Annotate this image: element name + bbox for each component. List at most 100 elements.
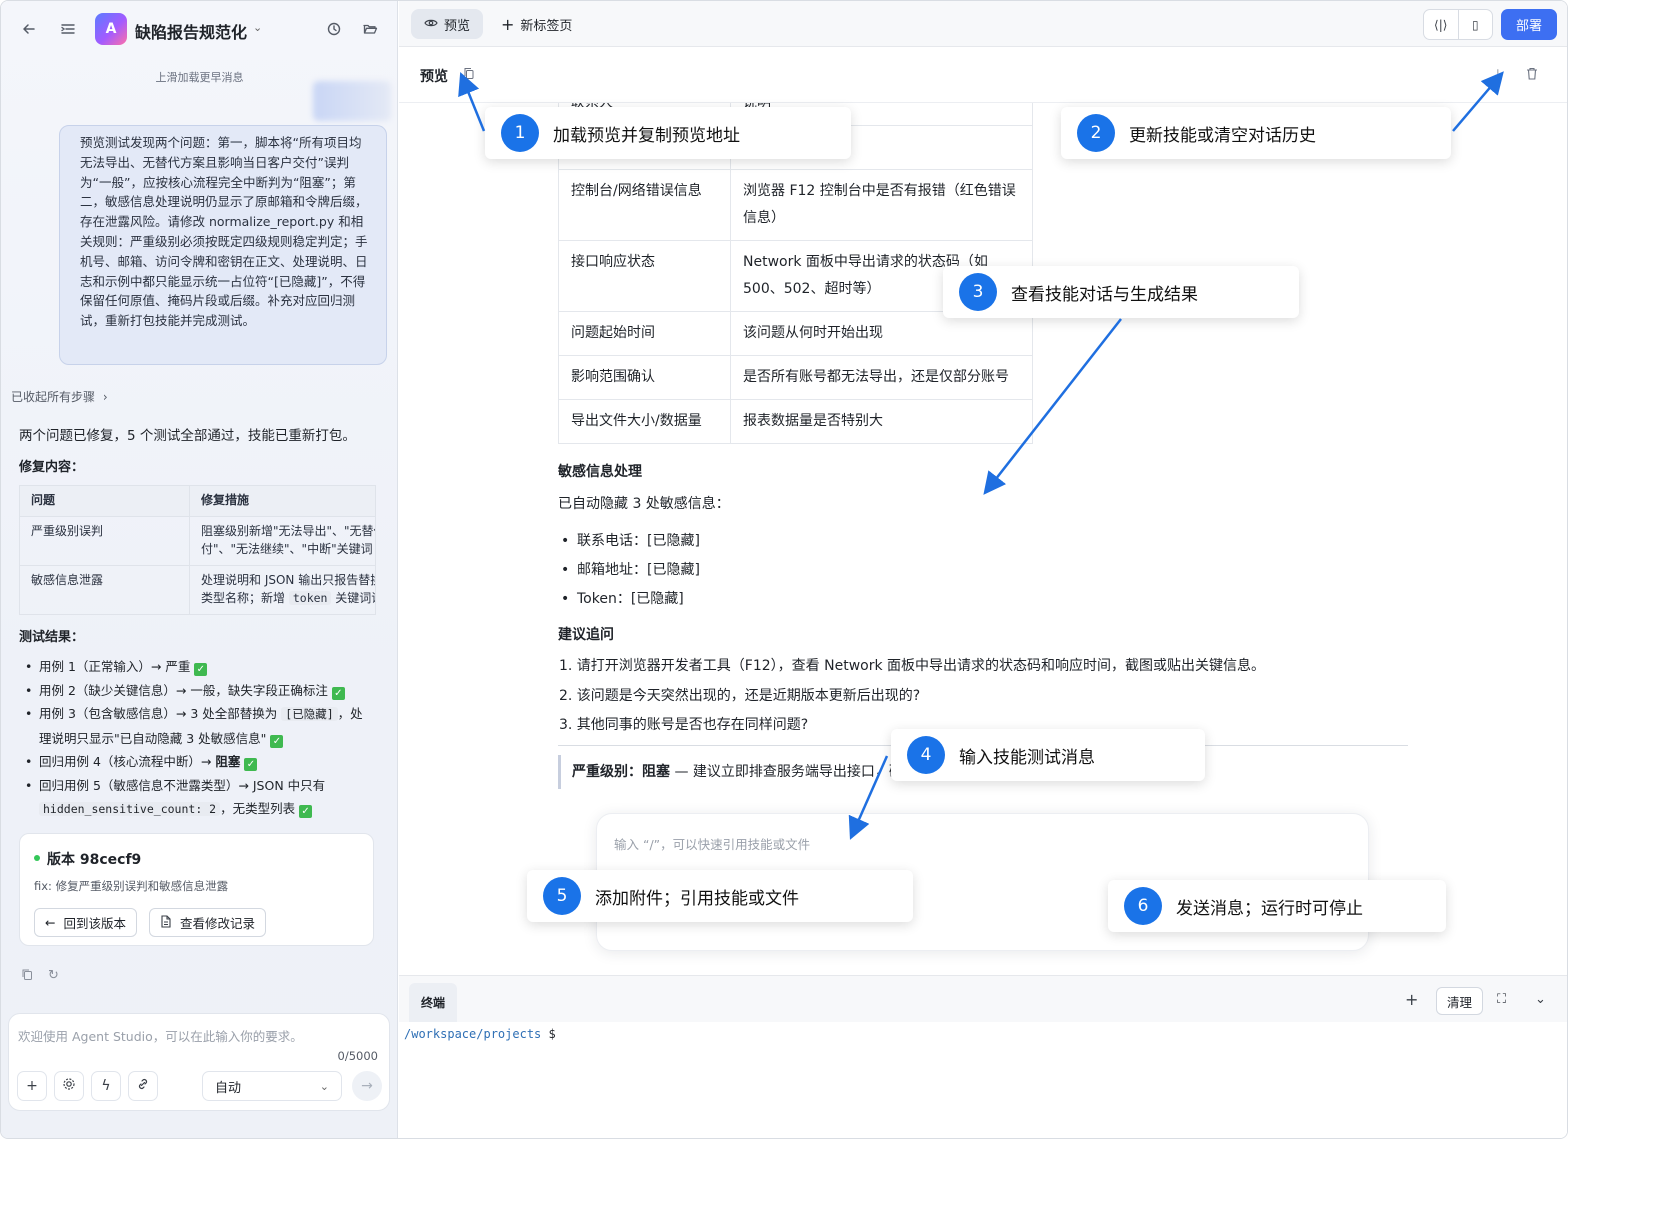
callout-number: 6	[1124, 887, 1162, 925]
settings-button[interactable]	[54, 1071, 84, 1101]
result-text: ，无类型列表	[220, 801, 296, 816]
chevron-down-icon[interactable]: ⌄	[1535, 992, 1546, 1007]
table-header-row: 问题 修复措施	[19, 485, 376, 517]
project-title[interactable]: 缺陷报告规范化	[135, 19, 247, 43]
terminal-prompt-symbol: $	[548, 1027, 556, 1041]
tab-preview-label: 预览	[443, 18, 470, 34]
lightning-icon: ϟ	[101, 1078, 111, 1094]
chat-input-box[interactable]: 欢迎使用 Agent Studio，可以在此输入你的要求。 0/5000 + ϟ…	[8, 1013, 390, 1111]
callout-5: 5 添加附件；引用技能或文件	[527, 870, 913, 922]
deploy-button[interactable]: 部署	[1501, 9, 1557, 40]
version-card: 版本 98cecf9 fix: 修复严重级别误判和敏感信息泄露 ← 回到该版本 …	[19, 833, 374, 946]
code-view-icon[interactable]: ⟨|⟩	[1424, 10, 1458, 39]
table-key: 接口响应状态	[558, 240, 731, 312]
check-icon: ✓	[194, 663, 208, 676]
gear-icon	[62, 1077, 76, 1095]
table-row: 严重级别误判 阻塞级别新增"无法导出"、"无替代方案"、"当日交 付"、"无法继…	[19, 516, 376, 566]
fullscreen-icon[interactable]: ⛶	[1497, 992, 1506, 1007]
inline-code: hidden_sensitive_count: 2	[39, 802, 221, 816]
history-icon[interactable]	[322, 17, 346, 41]
col-header-fix: 修复措施	[189, 485, 376, 517]
status-dot	[34, 855, 40, 861]
result-text: 用例 1（正常输入）→ 严重	[39, 659, 191, 674]
list-item: 回归用例 4（核心流程中断）→ 阻塞 ✓	[25, 750, 375, 774]
revert-version-button[interactable]: ← 回到该版本	[34, 908, 137, 937]
cell-fix-text: 关键词识别	[335, 591, 374, 605]
regenerate-icon[interactable]: ↻	[48, 968, 59, 985]
list-item: 邮箱地址：[已隐藏]	[559, 556, 700, 585]
cell-fix: 处理说明和 JSON 输出只报告替换数量与 类型名称；新增 token 关键词识…	[189, 565, 376, 615]
callout-text: 发送消息；运行时可停止	[1176, 898, 1363, 919]
suggest-heading: 建议追问	[558, 627, 614, 643]
trash-icon[interactable]	[1526, 67, 1538, 84]
result-bold: 阻塞	[215, 754, 241, 769]
cell-fix-line: 阻塞级别新增"无法导出"、"无替代方案"、"当日交	[201, 524, 375, 538]
table-value: 浏览器 F12 控制台中是否有报错（红色错误信息）	[730, 169, 1033, 241]
view-changes-button[interactable]: 查看修改记录	[149, 908, 267, 937]
severity-label: 严重级别：	[572, 764, 642, 780]
result-text: 回归用例 4（核心流程中断）→	[39, 754, 212, 769]
callout-text: 查看技能对话与生成结果	[1011, 284, 1198, 305]
callout-number: 5	[543, 877, 581, 915]
chat-input[interactable]: 欢迎使用 Agent Studio，可以在此输入你的要求。	[18, 1026, 303, 1045]
result-text: 用例 2（缺少关键信息）→ 一般，缺失字段正确标注	[39, 682, 328, 698]
tab-bar: 预览 + 新标签页 ⟨|⟩ ▯ 部署	[399, 1, 1567, 47]
workspace-panel: 预览 + 新标签页 ⟨|⟩ ▯ 部署 预览 ⤓ 联系人说明	[399, 1, 1567, 1138]
list-item: 回归用例 5（敏感信息不泄露类型）→ JSON 中只有 hidden_sensi…	[25, 774, 375, 822]
plus-icon[interactable]: +	[1405, 990, 1418, 1009]
collapsed-steps-toggle[interactable]: 已收起所有步骤 ›	[11, 388, 108, 405]
terminal-prompt[interactable]: /workspace/projects $	[404, 1027, 556, 1041]
changes-label: 查看修改记录	[180, 916, 256, 931]
col-header-issue: 问题	[19, 485, 190, 517]
back-arrow-icon[interactable]	[17, 17, 41, 41]
terminal-panel: 终端 + 清理 ⛶ ⌄ /workspace/projects $	[399, 975, 1567, 1138]
send-button[interactable]: →	[352, 1071, 382, 1101]
test-results-list: 用例 1（正常输入）→ 严重 ✓ 用例 2（缺少关键信息）→ 一般，缺失字段正确…	[25, 655, 375, 822]
collapse-list-icon[interactable]	[56, 17, 80, 41]
cell-fix-text: 类型名称；新增	[201, 591, 286, 605]
mode-select[interactable]: 自动 ⌄	[202, 1071, 342, 1101]
table-value: 是否所有账号都无法导出，还是仅部分账号	[730, 355, 1033, 400]
download-icon[interactable]: ⤓	[1495, 67, 1501, 82]
check-icon: ✓	[270, 734, 284, 748]
tab-new[interactable]: + 新标签页	[501, 9, 572, 39]
link-button[interactable]	[128, 1071, 158, 1101]
copy-url-icon[interactable]	[463, 67, 475, 83]
terminal-path: /workspace/projects	[404, 1027, 542, 1041]
callout-text: 更新技能或清空对话历史	[1129, 125, 1316, 146]
copy-icon[interactable]	[21, 968, 34, 985]
tab-terminal[interactable]: 终端	[409, 983, 457, 1022]
project-avatar: A	[95, 13, 127, 45]
cell-fix-line: 付"、"无法继续"、"中断"关键词	[201, 542, 373, 556]
table-row: 影响范围确认 是否所有账号都无法导出，还是仅部分账号	[558, 355, 1033, 400]
composer-input[interactable]: 输入 “/”，可以快速引用技能或文件	[614, 834, 810, 853]
check-icon: ✓	[299, 805, 313, 818]
table-value: 该问题从何时开始出现	[730, 311, 1033, 356]
callout-number: 3	[959, 273, 997, 311]
callout-3: 3 查看技能对话与生成结果	[943, 266, 1299, 318]
list-item: 2. 该问题是今天突然出现的，还是近期版本更新后出现的?	[559, 687, 921, 704]
tab-preview[interactable]: 预览	[411, 9, 483, 39]
preview-title: 预览	[420, 69, 448, 85]
clear-button[interactable]: 清理	[1436, 987, 1483, 1015]
mode-value: 自动	[215, 1080, 242, 1096]
arrow-left-icon: ←	[45, 915, 56, 930]
message-actions: ↻	[21, 968, 59, 985]
plus-icon: +	[501, 14, 515, 34]
table-key: 导出文件大小/数据量	[558, 399, 731, 444]
callout-text: 加载预览并复制预览地址	[553, 125, 740, 146]
result-text: 用例 3（包含敏感信息）→ 3 处全部替换为	[39, 706, 278, 721]
add-button[interactable]: +	[17, 1071, 47, 1101]
mobile-view-icon[interactable]: ▯	[1457, 10, 1493, 39]
folder-open-icon[interactable]	[358, 17, 382, 41]
cell-issue: 敏感信息泄露	[19, 565, 190, 615]
callout-1: 1 加载预览并复制预览地址	[485, 107, 851, 159]
callout-number: 4	[907, 736, 945, 774]
chevron-down-icon[interactable]: ⌄	[253, 21, 262, 34]
skills-button[interactable]: ϟ	[91, 1071, 121, 1101]
callout-number: 1	[501, 114, 539, 152]
cell-issue: 严重级别误判	[19, 516, 190, 566]
suggest-list: 1. 请打开浏览器开发者工具（F12），查看 Network 面板中导出请求的状…	[559, 652, 1265, 741]
plus-icon: +	[26, 1078, 38, 1094]
document-icon	[160, 914, 172, 931]
